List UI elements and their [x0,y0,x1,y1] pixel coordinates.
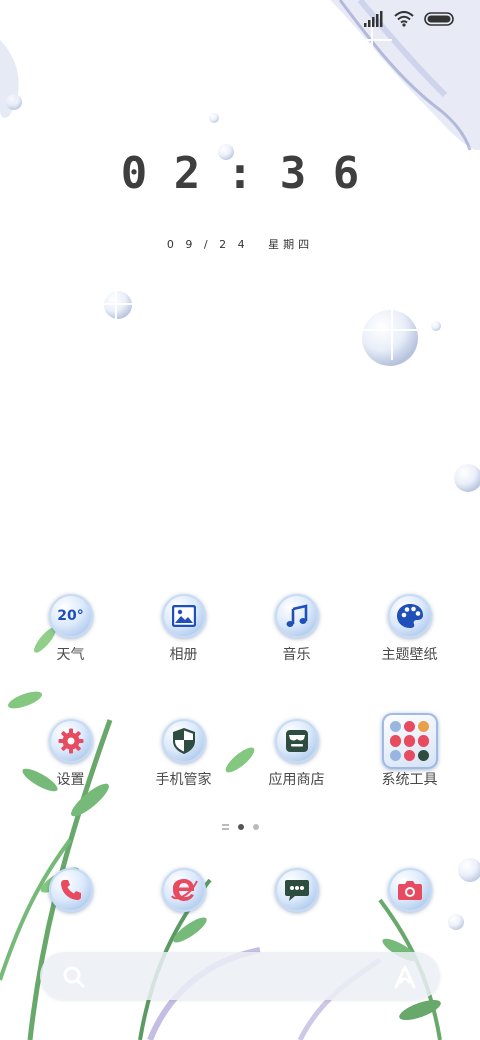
dock-phone[interactable] [14,868,127,912]
wifi-icon [394,11,414,31]
dock-camera[interactable] [353,868,466,912]
app-label: 应用商店 [268,772,325,788]
app-weather[interactable]: 20° 天气 [14,594,127,665]
lockscreen-weekday: 星期四 [268,238,314,251]
music-icon [282,601,312,631]
page-indicator [0,824,480,830]
app-label: 手机管家 [155,772,212,788]
search-icon[interactable] [62,965,86,993]
app-label: 天气 [56,647,85,663]
security-shield-icon [169,726,199,756]
signal-icon [364,11,384,31]
app-label: 相册 [169,647,198,663]
lockscreen-date: 0 9 / 2 4 [166,238,249,251]
theme-palette-icon [395,601,425,631]
app-label: 主题壁纸 [381,647,438,663]
phone-icon [56,875,86,905]
system-tools-folder-icon [381,713,438,769]
app-gallery[interactable]: 相册 [127,594,240,665]
gallery-icon [169,601,199,631]
app-settings[interactable]: 设置 [14,719,127,790]
settings-gear-icon [56,726,86,756]
app-store-icon [282,726,312,756]
app-label: 设置 [56,772,85,788]
search-bar[interactable] [40,952,440,1000]
status-bar [364,8,456,34]
browser-icon [169,875,199,905]
page-indicator-lines-icon[interactable] [221,824,229,830]
page-dot[interactable] [252,824,259,830]
app-system-tools[interactable]: 系统工具 [353,713,466,790]
app-store[interactable]: 应用商店 [240,719,353,790]
dock-browser[interactable] [127,868,240,912]
dock-messages[interactable] [240,868,353,912]
app-themes[interactable]: 主题壁纸 [353,594,466,665]
messages-icon [282,875,312,905]
app-music[interactable]: 音乐 [240,594,353,665]
lockscreen-date-row: 0 9 / 2 4 星期四 [0,236,480,252]
lockscreen-clock: 0 2 : 3 6 [120,148,360,199]
weather-icon: 20° [57,608,84,624]
battery-icon [424,11,456,31]
page-dot[interactable] [237,824,244,830]
app-phone-manager[interactable]: 手机管家 [127,719,240,790]
app-label: 系统工具 [381,772,438,788]
app-label: 音乐 [282,647,311,663]
camera-icon [395,875,425,905]
assistant-icon[interactable] [392,964,418,994]
